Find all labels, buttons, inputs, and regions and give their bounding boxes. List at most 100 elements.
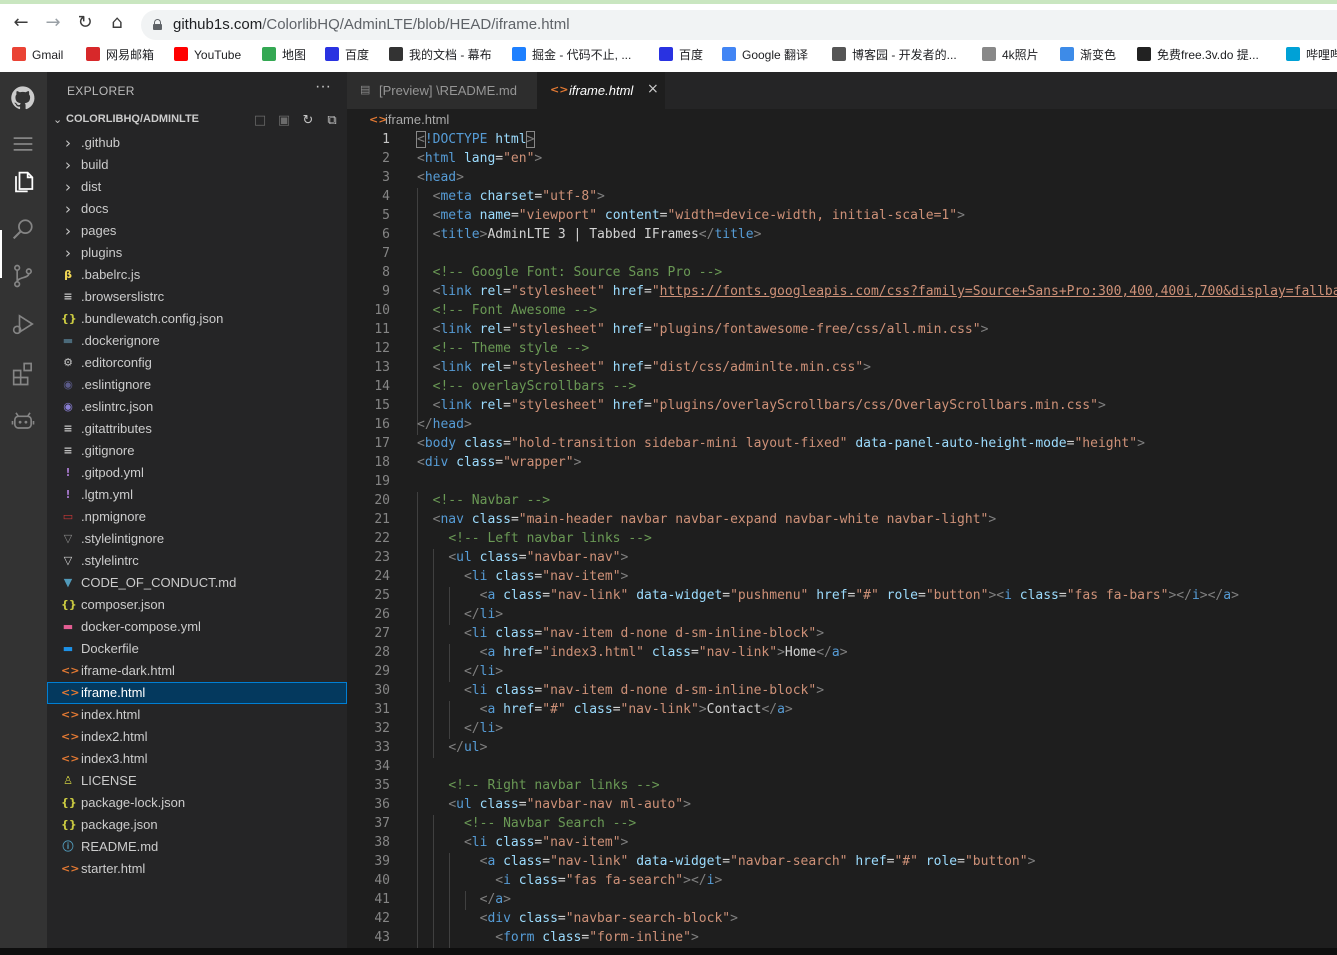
code-line[interactable]: </head> <box>417 417 472 432</box>
code-line[interactable]: <meta charset="utf-8"> <box>417 189 605 204</box>
forward-arrow-icon[interactable]: → <box>43 13 63 33</box>
file-item[interactable]: ⚙ .editorconfig <box>47 352 347 374</box>
file-item[interactable]: ▬ .dockerignore <box>47 330 347 352</box>
file-item[interactable]: ▬ Dockerfile <box>47 638 347 660</box>
file-item[interactable]: {} composer.json <box>47 594 347 616</box>
file-item[interactable]: {} .bundlewatch.config.json <box>47 308 347 330</box>
file-item[interactable]: {} package.json <box>47 814 347 836</box>
new-file-icon[interactable]: □ <box>252 113 268 129</box>
tab-readme-preview[interactable]: ▤ [Preview] \README.md <box>347 72 537 109</box>
code-line[interactable]: <title>AdminLTE 3 | Tabbed IFrames</titl… <box>417 227 762 242</box>
code-line[interactable]: <!DOCTYPE html> <box>416 131 536 148</box>
code-line[interactable]: <li class="nav-item"> <box>417 569 628 584</box>
back-arrow-icon[interactable]: ← <box>11 13 31 33</box>
bookmark-item[interactable]: 渐变色 <box>1060 46 1116 64</box>
code-editor[interactable]: 1 2 3 4 5 6 7 8 9 10 11 12 13 14 15 16 17 18 19 20 21 22 23 24 2… <box>347 131 1337 955</box>
code-line[interactable]: <!-- Google Font: Source Sans Pro --> <box>417 265 723 280</box>
file-item[interactable]: <> starter.html <box>47 858 347 880</box>
bookmark-item[interactable]: 网易邮箱 <box>86 46 154 64</box>
remote-icon[interactable] <box>9 407 37 435</box>
code-line[interactable]: <!-- Navbar --> <box>417 493 550 508</box>
url-text[interactable]: github1s.com/ColorlibHQ/AdminLTE/blob/HE… <box>173 16 570 33</box>
collapse-all-icon[interactable]: ⧉ <box>324 113 340 129</box>
bookmark-item[interactable]: 4k照片 <box>982 46 1039 64</box>
file-item[interactable]: ≡ .gitattributes <box>47 418 347 440</box>
code-line[interactable]: <!-- Theme style --> <box>417 341 590 356</box>
code-line[interactable]: <!-- Left navbar links --> <box>417 531 652 546</box>
file-item[interactable]: ≡ .gitignore <box>47 440 347 462</box>
file-item[interactable]: <> iframe.html <box>47 682 347 704</box>
code-line[interactable]: <li class="nav-item"> <box>417 835 628 850</box>
bookmark-item[interactable]: Google 翻译 <box>722 46 808 64</box>
code-line[interactable]: <li class="nav-item d-none d-sm-inline-b… <box>417 683 824 698</box>
code-line[interactable]: <a href="index3.html" class="nav-link">H… <box>417 645 848 660</box>
extensions-icon[interactable] <box>9 360 37 388</box>
code-line[interactable]: </li> <box>417 664 503 679</box>
bookmark-item[interactable]: 百度 <box>325 46 369 64</box>
folder-item[interactable]: › docs <box>47 198 347 220</box>
file-item[interactable]: <> index2.html <box>47 726 347 748</box>
refresh-icon[interactable]: ↻ <box>300 113 316 129</box>
code-line[interactable]: <!-- overlayScrollbars --> <box>417 379 637 394</box>
file-item[interactable]: ! .gitpod.yml <box>47 462 347 484</box>
code-line[interactable]: <ul class="navbar-nav"> <box>417 550 628 565</box>
file-item[interactable]: <> index.html <box>47 704 347 726</box>
code-line[interactable]: <li class="nav-item d-none d-sm-inline-b… <box>417 626 824 641</box>
file-item[interactable]: ◉ .eslintignore <box>47 374 347 396</box>
code-line[interactable]: <link rel="stylesheet" href="plugins/ove… <box>417 398 1106 413</box>
new-folder-icon[interactable]: ▣ <box>276 113 292 129</box>
file-item[interactable]: β .babelrc.js <box>47 264 347 286</box>
code-line[interactable]: <!-- Font Awesome --> <box>417 303 597 318</box>
file-item[interactable]: ⓘ README.md <box>47 836 347 858</box>
menu-icon[interactable] <box>9 130 37 158</box>
explorer-section-header[interactable]: ⌄ COLORLIBHQ/ADMINLTE □ ▣ ↻ ⧉ <box>47 110 347 132</box>
home-icon[interactable]: ⌂ <box>107 13 127 33</box>
code-line[interactable]: </li> <box>417 721 503 736</box>
source-control-icon[interactable] <box>9 262 37 290</box>
close-icon[interactable]: × <box>647 81 659 97</box>
code-line[interactable]: <link rel="stylesheet" href="dist/css/ad… <box>417 360 871 375</box>
folder-item[interactable]: › plugins <box>47 242 347 264</box>
bookmark-item[interactable]: 地图 <box>262 46 306 64</box>
bookmark-item[interactable]: 掘金 - 代码不止, ... <box>512 46 631 64</box>
bookmark-item[interactable]: 博客园 - 开发者的... <box>832 46 957 64</box>
address-bar[interactable]: github1s.com/ColorlibHQ/AdminLTE/blob/HE… <box>141 10 1337 40</box>
file-item[interactable]: ▭ .npmignore <box>47 506 347 528</box>
bookmark-item[interactable]: YouTube <box>174 46 241 64</box>
file-item[interactable]: <> index3.html <box>47 748 347 770</box>
code-line[interactable]: <head> <box>417 170 464 185</box>
file-item[interactable]: ♙ LICENSE <box>47 770 347 792</box>
code-line[interactable]: <form class="form-inline"> <box>417 930 699 945</box>
bookmark-item[interactable]: 百度 <box>659 46 703 64</box>
file-item[interactable]: ▽ .stylelintrc <box>47 550 347 572</box>
code-line[interactable]: </li> <box>417 607 503 622</box>
code-line[interactable]: <ul class="navbar-nav ml-auto"> <box>417 797 691 812</box>
files-icon[interactable] <box>9 168 37 196</box>
file-item[interactable]: ◉ .eslintrc.json <box>47 396 347 418</box>
folder-item[interactable]: › build <box>47 154 347 176</box>
code-line[interactable]: <link rel="stylesheet" href="plugins/fon… <box>417 322 989 337</box>
file-item[interactable]: ▽ .stylelintignore <box>47 528 347 550</box>
code-line[interactable]: <div class="navbar-search-block"> <box>417 911 738 926</box>
file-item[interactable]: ! .lgtm.yml <box>47 484 347 506</box>
file-item[interactable]: ▼ CODE_OF_CONDUCT.md <box>47 572 347 594</box>
code-line[interactable]: <link rel="stylesheet" href="https://fon… <box>417 284 1337 299</box>
bookmark-item[interactable]: 哔哩哔 <box>1286 46 1337 64</box>
code-line[interactable]: <meta name="viewport" content="width=dev… <box>417 208 965 223</box>
folder-item[interactable]: › .github <box>47 132 347 154</box>
code-line[interactable]: <nav class="main-header navbar navbar-ex… <box>417 512 997 527</box>
code-line[interactable]: <body class="hold-transition sidebar-min… <box>417 436 1145 451</box>
run-debug-icon[interactable] <box>9 310 37 338</box>
code-line[interactable]: <div class="wrapper"> <box>417 455 581 470</box>
file-item[interactable]: {} package-lock.json <box>47 792 347 814</box>
bookmark-item[interactable]: Gmail <box>12 46 63 64</box>
code-line[interactable]: <!-- Navbar Search --> <box>417 816 636 831</box>
reload-icon[interactable]: ↻ <box>75 13 95 33</box>
tab-iframe-html[interactable]: <> iframe.html × <box>537 72 665 109</box>
code-line[interactable]: <i class="fas fa-search"></i> <box>417 873 722 888</box>
code-line[interactable]: </a> <box>417 892 511 907</box>
code-line[interactable]: </ul> <box>417 740 487 755</box>
code-line[interactable]: <!-- Right navbar links --> <box>417 778 659 793</box>
folder-item[interactable]: › dist <box>47 176 347 198</box>
breadcrumb-file[interactable]: iframe.html <box>385 112 449 127</box>
